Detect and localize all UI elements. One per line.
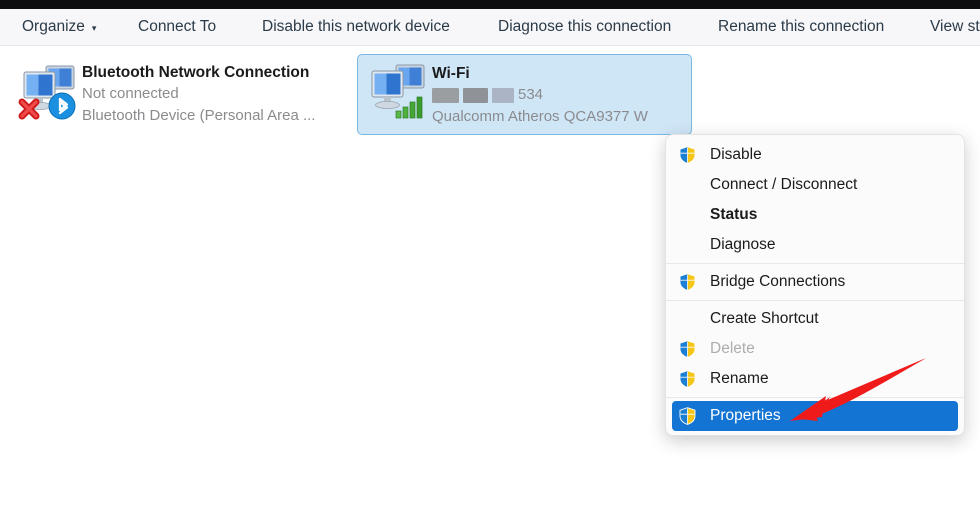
network-connections-window: Organize ▾ Connect To Disable this netwo…	[0, 0, 980, 507]
toolbar-rename-connection-label: Rename this connection	[718, 18, 885, 36]
network-adapter-icon	[366, 61, 432, 123]
toolbar-organize-label: Organize	[22, 18, 85, 36]
toolbar-disable-device-button[interactable]: Disable this network device	[262, 19, 450, 35]
menu-item-properties[interactable]: Properties	[672, 401, 958, 431]
menu-item-label: Bridge Connections	[710, 273, 846, 290]
connection-device: Qualcomm Atheros QCA9377 W	[432, 108, 648, 125]
menu-item-label: Properties	[710, 407, 781, 424]
context-menu: Disable Connect / Disconnect Status Diag…	[665, 134, 965, 436]
connection-name: Bluetooth Network Connection	[82, 64, 310, 81]
menu-separator	[666, 300, 964, 301]
command-toolbar: Organize ▾ Connect To Disable this netwo…	[0, 9, 980, 46]
toolbar-connect-to-label: Connect To	[138, 18, 217, 36]
connection-item-wifi[interactable]: Wi-Fi 534 Qualcomm Atheros QCA9377 W	[357, 54, 692, 135]
menu-item-label: Create Shortcut	[710, 310, 819, 327]
menu-item-bridge-connections[interactable]: Bridge Connections	[666, 267, 964, 297]
menu-item-create-shortcut[interactable]: Create Shortcut	[666, 304, 964, 334]
menu-item-connect-disconnect[interactable]: Connect / Disconnect	[666, 170, 964, 200]
toolbar-disable-device-label: Disable this network device	[262, 18, 450, 36]
network-adapter-icon	[16, 60, 82, 122]
uac-shield-icon	[676, 407, 710, 425]
menu-item-label: Diagnose	[710, 236, 776, 253]
menu-item-status[interactable]: Status	[666, 200, 964, 230]
connection-text-block: Bluetooth Network Connection Not connect…	[82, 60, 315, 127]
uac-shield-icon	[676, 273, 710, 291]
wifi-signal-bars-icon	[395, 96, 423, 119]
redaction-block	[463, 87, 488, 103]
chevron-down-icon: ▾	[91, 22, 97, 33]
window-title-bar	[0, 0, 980, 9]
redaction-block	[432, 87, 459, 103]
redaction-block	[492, 87, 514, 103]
uac-shield-icon	[676, 370, 710, 388]
connection-status: Not connected	[82, 85, 179, 102]
uac-shield-icon	[676, 340, 710, 358]
menu-separator	[666, 263, 964, 264]
menu-item-disable[interactable]: Disable	[666, 140, 964, 170]
uac-shield-icon	[676, 146, 710, 164]
menu-item-rename[interactable]: Rename	[666, 364, 964, 394]
toolbar-view-status-button[interactable]: View st	[930, 19, 980, 35]
toolbar-diagnose-connection-label: Diagnose this connection	[498, 18, 672, 36]
toolbar-connect-to-button[interactable]: Connect To	[138, 19, 216, 35]
menu-item-label: Status	[710, 206, 758, 223]
connection-ssid-tail: 534	[518, 86, 544, 103]
bluetooth-icon	[48, 92, 76, 120]
menu-item-label: Delete	[710, 340, 755, 357]
menu-separator	[666, 397, 964, 398]
connection-name: Wi-Fi	[432, 65, 470, 82]
connections-list: Bluetooth Network Connection Not connect…	[0, 46, 980, 507]
connection-item-bluetooth[interactable]: Bluetooth Network Connection Not connect…	[8, 54, 353, 133]
connection-device: Bluetooth Device (Personal Area ...	[82, 107, 316, 124]
connection-text-block: Wi-Fi 534 Qualcomm Atheros QCA9377 W	[432, 61, 648, 128]
menu-item-delete: Delete	[666, 334, 964, 364]
connection-ssid: 534	[432, 84, 648, 106]
toolbar-rename-connection-button[interactable]: Rename this connection	[718, 19, 884, 35]
menu-item-label: Disable	[710, 146, 762, 163]
menu-item-label: Connect / Disconnect	[710, 176, 858, 193]
red-x-icon	[18, 98, 40, 120]
toolbar-view-status-label: View st	[930, 18, 980, 36]
menu-item-diagnose[interactable]: Diagnose	[666, 230, 964, 260]
menu-item-label: Rename	[710, 370, 769, 387]
toolbar-diagnose-connection-button[interactable]: Diagnose this connection	[498, 19, 671, 35]
toolbar-organize-button[interactable]: Organize ▾	[22, 19, 96, 35]
